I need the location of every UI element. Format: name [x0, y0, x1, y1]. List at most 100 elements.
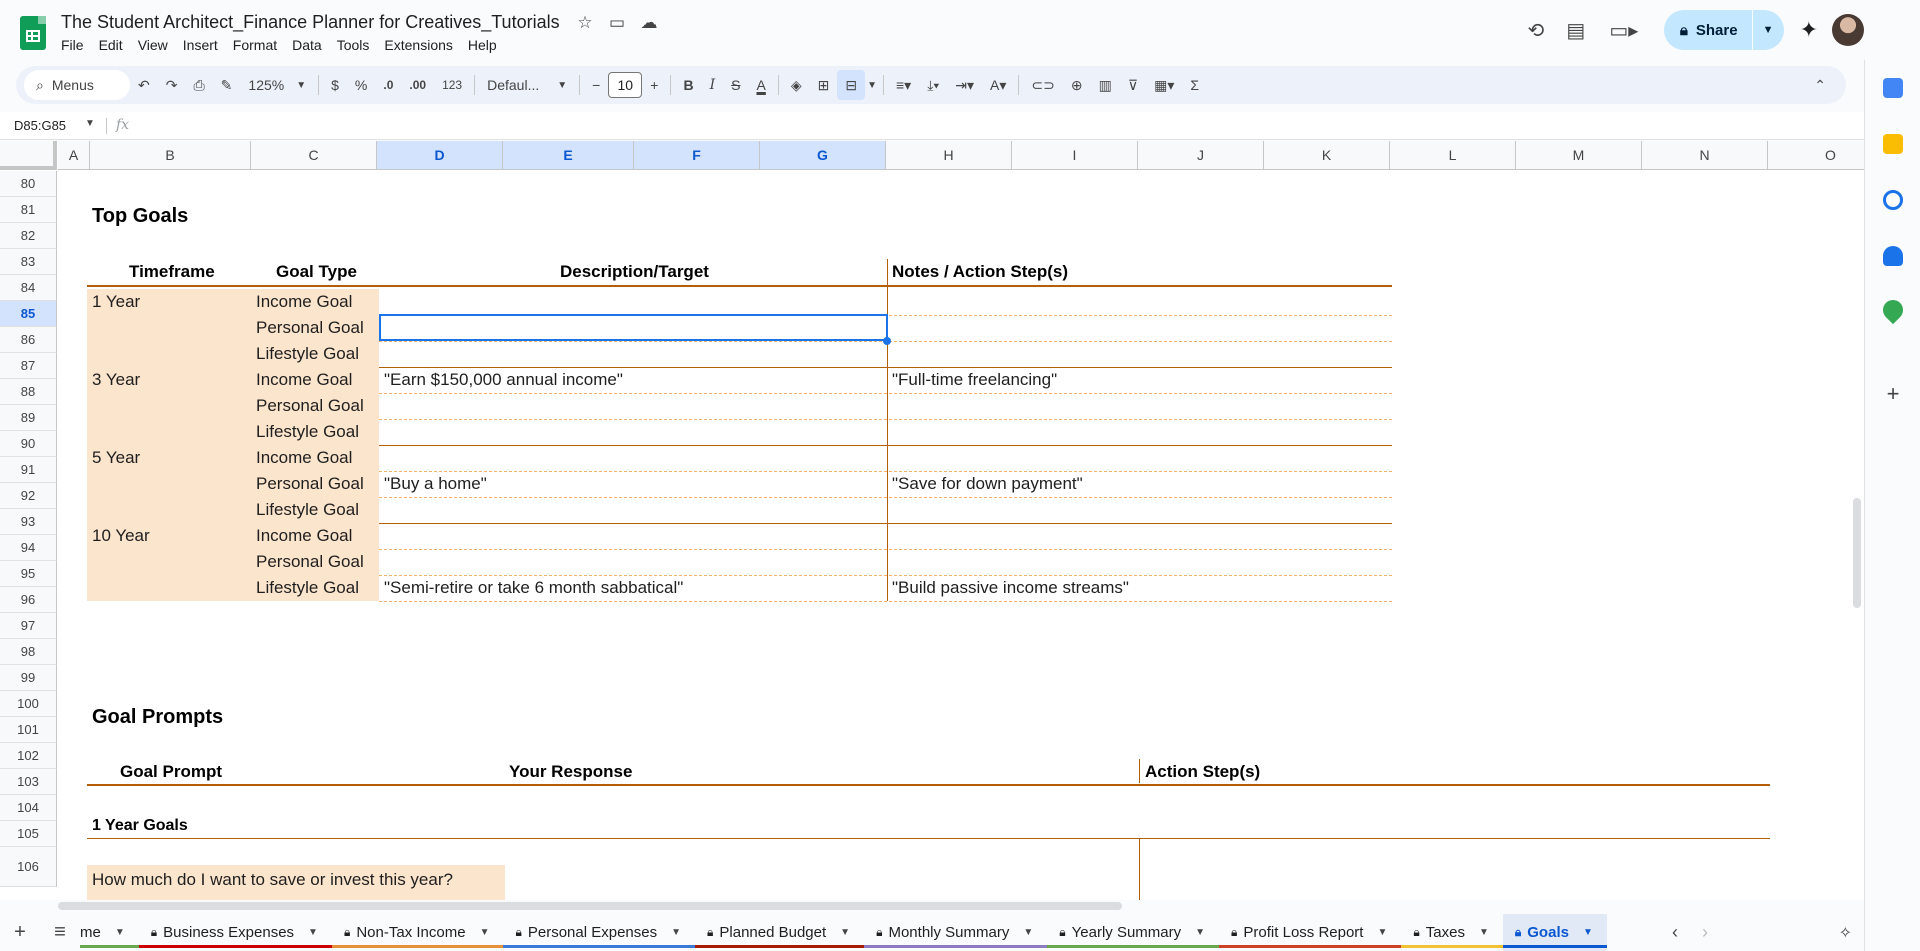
horizontal-align-icon[interactable]: ≡▾: [888, 70, 919, 100]
row-header[interactable]: 86: [0, 327, 57, 353]
share-button[interactable]: 🔒︎ Share: [1664, 10, 1752, 50]
row-header[interactable]: 106: [0, 847, 57, 887]
name-box-dropdown-icon[interactable]: ▼: [85, 118, 95, 129]
decrease-font-size-icon[interactable]: −: [584, 70, 608, 100]
timeframe-cell[interactable]: 1 Year: [92, 292, 140, 312]
row-header[interactable]: 85: [0, 301, 57, 327]
column-header[interactable]: M: [1516, 141, 1642, 170]
tab-menu-icon[interactable]: ▼: [1023, 927, 1033, 938]
row-header[interactable]: 82: [0, 223, 57, 249]
column-header[interactable]: J: [1138, 141, 1264, 170]
column-header[interactable]: D: [377, 141, 503, 170]
redo-icon[interactable]: ↷: [158, 70, 186, 100]
tab-monthly-summary[interactable]: 🔒︎ Monthly Summary ▼: [864, 914, 1048, 951]
borders-icon[interactable]: ⊞: [810, 70, 838, 100]
row-header[interactable]: 100: [0, 691, 57, 717]
row-header[interactable]: 97: [0, 613, 57, 639]
functions-icon[interactable]: Σ: [1182, 70, 1207, 100]
cloud-status-icon[interactable]: ☁: [638, 12, 660, 34]
tasks-icon[interactable]: [1883, 190, 1903, 210]
select-all-corner[interactable]: [0, 141, 57, 170]
fill-color-icon[interactable]: ◈: [783, 70, 810, 100]
row-header[interactable]: 90: [0, 431, 57, 457]
tab-personal-expenses[interactable]: 🔒︎ Personal Expenses ▼: [503, 914, 696, 951]
tab-menu-icon[interactable]: ▼: [671, 927, 681, 938]
timeframe-cell[interactable]: 3 Year: [92, 370, 140, 390]
goal-type-cell[interactable]: Income Goal: [256, 448, 352, 468]
font-select[interactable]: Defaul... ▼: [479, 70, 575, 100]
menu-file[interactable]: File: [61, 37, 92, 53]
row-header[interactable]: 103: [0, 769, 57, 795]
tab-menu-icon[interactable]: ▼: [1479, 927, 1489, 938]
row-header[interactable]: 84: [0, 275, 57, 301]
row-header[interactable]: 96: [0, 587, 57, 613]
get-addons-icon[interactable]: +: [1883, 383, 1903, 405]
row-header[interactable]: 89: [0, 405, 57, 431]
text-rotation-icon[interactable]: A▾: [982, 70, 1014, 100]
row-header[interactable]: 93: [0, 509, 57, 535]
row-header[interactable]: 91: [0, 457, 57, 483]
row-header[interactable]: 80: [0, 171, 57, 197]
column-header[interactable]: A: [58, 141, 90, 170]
column-header[interactable]: C: [251, 141, 377, 170]
tab-yearly-summary[interactable]: 🔒︎ Yearly Summary ▼: [1047, 914, 1220, 951]
tab-menu-icon[interactable]: ▼: [115, 927, 125, 938]
column-header[interactable]: F: [634, 141, 760, 170]
move-folder-icon[interactable]: ▭: [606, 12, 628, 34]
italic-icon[interactable]: I: [702, 70, 724, 100]
calendar-icon[interactable]: [1883, 78, 1903, 98]
row-header[interactable]: 94: [0, 535, 57, 561]
filter-icon[interactable]: ⊽: [1120, 70, 1146, 100]
text-color-icon[interactable]: A: [748, 70, 773, 100]
insert-link-icon[interactable]: ⊂⊃: [1023, 70, 1062, 100]
tab-menu-icon[interactable]: ▼: [480, 927, 490, 938]
keep-icon[interactable]: [1883, 134, 1903, 154]
menu-view[interactable]: View: [138, 37, 176, 53]
menu-insert[interactable]: Insert: [183, 37, 226, 53]
column-header[interactable]: G: [760, 141, 886, 170]
menu-format[interactable]: Format: [233, 37, 285, 53]
goal-type-cell[interactable]: Personal Goal: [256, 552, 364, 572]
gemini-sparkle-icon[interactable]: ✦: [1800, 17, 1818, 43]
meet-video-icon[interactable]: ▭▸: [1596, 10, 1652, 50]
font-size-input[interactable]: 10: [608, 72, 643, 98]
filter-views-icon[interactable]: ▦▾: [1146, 70, 1182, 100]
column-header[interactable]: H: [886, 141, 1012, 170]
tab-planned-budget[interactable]: 🔒︎ Planned Budget ▼: [695, 914, 865, 951]
selection-range[interactable]: [379, 314, 888, 341]
tab-menu-icon[interactable]: ▼: [840, 927, 850, 938]
timeframe-cell[interactable]: 10 Year: [92, 526, 150, 546]
share-dropdown-icon[interactable]: ▼: [1751, 10, 1784, 50]
comments-icon[interactable]: ▤: [1556, 10, 1596, 50]
currency-format-button[interactable]: $: [323, 70, 347, 100]
increase-decimal-button[interactable]: .00: [401, 70, 434, 100]
increase-font-size-icon[interactable]: +: [642, 70, 666, 100]
number-format-button[interactable]: 123: [434, 70, 470, 100]
zoom-select[interactable]: 125% ▼: [240, 70, 314, 100]
row-header[interactable]: 83: [0, 249, 57, 275]
column-header[interactable]: L: [1390, 141, 1516, 170]
menu-search-button[interactable]: ⌕ Menus: [24, 70, 130, 100]
add-sheet-icon[interactable]: +: [0, 914, 40, 951]
insert-comment-icon[interactable]: ⊕: [1063, 70, 1091, 100]
row-header[interactable]: 105: [0, 821, 57, 847]
notes-cell[interactable]: "Build passive income streams": [892, 578, 1129, 598]
goal-type-cell[interactable]: Lifestyle Goal: [256, 422, 359, 442]
merge-dropdown-icon[interactable]: ▼: [865, 70, 879, 100]
fill-handle[interactable]: [883, 337, 891, 345]
vertical-align-icon[interactable]: ⤓▾: [919, 70, 947, 100]
row-header[interactable]: 104: [0, 795, 57, 821]
vertical-scrollbar[interactable]: [1853, 498, 1861, 608]
sheets-logo-icon[interactable]: [20, 16, 46, 50]
strikethrough-icon[interactable]: S: [723, 70, 748, 100]
collapse-toolbar-icon[interactable]: ⌃: [1806, 70, 1834, 100]
goal-type-cell[interactable]: Income Goal: [256, 370, 352, 390]
tab-profit-loss-report[interactable]: 🔒︎ Profit Loss Report ▼: [1219, 914, 1402, 951]
contacts-icon[interactable]: [1883, 246, 1903, 266]
row-header[interactable]: 92: [0, 483, 57, 509]
tab-menu-icon[interactable]: ▼: [308, 927, 318, 938]
document-title[interactable]: The Student Architect_Finance Planner fo…: [61, 12, 560, 33]
insert-chart-icon[interactable]: ▥: [1091, 70, 1120, 100]
account-avatar[interactable]: [1832, 14, 1864, 46]
horizontal-scrollbar[interactable]: [58, 902, 1122, 910]
